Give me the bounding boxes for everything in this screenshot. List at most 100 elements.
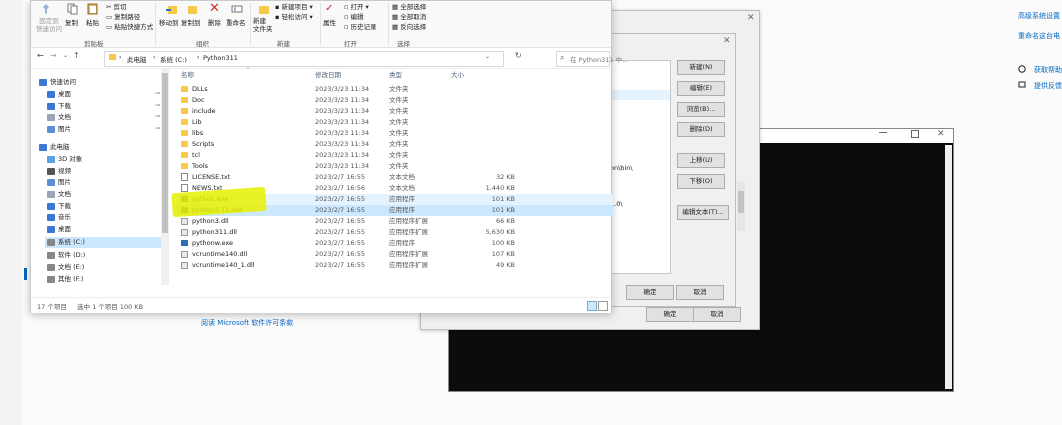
nav-item[interactable]: 其他 (F:) [47, 274, 84, 285]
license-terms-link[interactable]: 阅读 Microsoft 软件许可条款 [201, 318, 293, 328]
up-arrow-icon[interactable]: ↑ [73, 51, 80, 60]
copy-path-button[interactable]: ▭ 复制路径 [106, 11, 140, 21]
edit-text-button[interactable]: 编辑文本(T)... [677, 205, 729, 220]
nav-item[interactable]: 视频 [47, 166, 71, 177]
file-row[interactable]: libs 2023/3/23 11:34 文件夹 [173, 128, 613, 139]
nav-item[interactable]: 图片 [47, 177, 71, 188]
pin-icon[interactable]: ⊸ [155, 102, 160, 109]
path-list[interactable]: on\bin\ 1.0\ [605, 60, 671, 274]
rename-pc-link[interactable]: 重命名这台电 [1018, 31, 1060, 41]
nav-item[interactable]: 桌面 [47, 224, 71, 235]
console-scrollbar[interactable] [945, 145, 952, 389]
file-row[interactable]: vcruntime140.dll 2023/2/7 16:55 应用程序扩展 107 … [173, 249, 613, 260]
search-input[interactable]: 在 Python311 中... [570, 54, 628, 64]
delete-button[interactable]: 删除 [208, 17, 221, 27]
navigation-scrollbar[interactable] [161, 69, 169, 285]
path-list-selected-row[interactable] [606, 90, 670, 100]
rename-button[interactable]: 重命名 [226, 17, 246, 27]
edit-button[interactable]: ▫ 编辑 [344, 11, 363, 21]
nav-item[interactable]: 文档 [47, 112, 71, 123]
close-icon[interactable]: ✕ [747, 13, 755, 23]
select-all-button[interactable]: ▦ 全部选择 [392, 1, 426, 11]
nav-item[interactable]: 此电脑 [39, 142, 70, 153]
pin-quick-access-button[interactable]: 固定到 快速访问 [35, 17, 63, 33]
file-row[interactable]: LICENSE.txt 2023/2/7 16:55 文本文档 32 KB [173, 172, 613, 183]
nav-item[interactable]: 下载 [47, 201, 71, 212]
large-icons-view-icon[interactable] [598, 301, 608, 311]
nav-item[interactable]: 文档 [47, 189, 71, 200]
close-icon[interactable]: ✕ [723, 36, 731, 46]
column-header-date[interactable]: 修改日期 [315, 70, 341, 81]
pin-icon[interactable]: ⊸ [155, 113, 160, 120]
browse-button[interactable]: 浏览(B)... [677, 102, 725, 117]
forward-arrow-icon[interactable]: → [50, 51, 57, 60]
column-header-name[interactable]: 名称 [181, 70, 194, 81]
recent-dropdown-icon[interactable]: ⌄ [63, 52, 68, 59]
new-button[interactable]: 新建(N) [677, 60, 725, 75]
cancel-button[interactable]: 取消 [693, 307, 741, 322]
file-row[interactable]: include 2023/3/23 11:34 文件夹 [173, 106, 613, 117]
file-row[interactable]: DLLs 2023/3/23 11:34 文件夹 [173, 84, 613, 95]
nav-item[interactable]: 3D 对象 [47, 154, 82, 165]
copy-to-button[interactable]: 复制到 [181, 17, 201, 27]
advanced-system-settings-link[interactable]: 高级系统设置 [1018, 11, 1060, 21]
address-dropdown-icon[interactable]: ⌄ [485, 53, 490, 60]
scrollbar[interactable] [737, 181, 745, 231]
scrollbar-thumb[interactable] [738, 191, 744, 213]
paste-button[interactable]: 粘贴 [86, 17, 99, 27]
easy-access-button[interactable]: ▪ 轻松访问 ▾ [275, 11, 313, 21]
path-entry[interactable]: on\bin\ [610, 164, 633, 172]
ok-button[interactable]: 确定 [646, 307, 694, 322]
file-row[interactable]: Lib 2023/3/23 11:34 文件夹 [173, 117, 613, 128]
file-row[interactable]: python311.dll 2023/2/7 16:55 应用程序扩展 5,630 K… [173, 227, 613, 238]
file-row[interactable]: Scripts 2023/3/23 11:34 文件夹 [173, 139, 613, 150]
move-up-button[interactable]: 上移(U) [677, 153, 725, 168]
file-explorer-window[interactable]: 固定到 快速访问 复制 粘贴 ✂ 剪切 ▭ 复制路径 ▭ 粘贴快捷方式 剪贴板 … [30, 0, 628, 313]
pin-icon[interactable]: ⊸ [155, 90, 160, 97]
breadcrumb-this-pc[interactable]: 此电脑 [127, 54, 147, 64]
feedback-link[interactable]: 提供反馈 [1034, 81, 1062, 91]
delete-button[interactable]: 删除(D) [677, 122, 725, 137]
close-icon[interactable]: ✕ [937, 129, 945, 139]
nav-item[interactable]: 快速访问 [39, 77, 76, 88]
address-box[interactable]: › 此电脑 › 系统 (C:) › Python311 ⌄ [104, 51, 504, 67]
scrollbar-thumb[interactable] [162, 73, 168, 233]
breadcrumb-drive-c[interactable]: 系统 (C:) [160, 54, 187, 64]
new-item-button[interactable]: ▪ 新建项目 ▾ [275, 1, 313, 11]
nav-item[interactable]: 文档 (E:) [47, 262, 84, 273]
nav-item[interactable]: 桌面 [47, 89, 71, 100]
cut-button[interactable]: ✂ 剪切 [106, 1, 127, 11]
properties-button[interactable]: 属性 [323, 17, 336, 27]
nav-item[interactable]: 软件 (D:) [47, 250, 85, 261]
edit-button[interactable]: 编辑(E) [677, 81, 725, 96]
nav-item[interactable]: 图片 [47, 124, 71, 135]
open-button[interactable]: ▫ 打开 ▾ [344, 1, 369, 11]
ok-button[interactable]: 确定 [626, 285, 674, 300]
edit-environment-variable-dialog[interactable]: ✕ on\bin\ 1.0\ 新建(N) 编辑(E) 浏览(B)... 删除(D… [600, 33, 736, 307]
file-row[interactable]: Doc 2023/3/23 11:34 文件夹 [173, 95, 613, 106]
breadcrumb-python311[interactable]: Python311 [203, 54, 238, 62]
move-to-button[interactable]: 移动到 [159, 17, 179, 27]
refresh-icon[interactable]: ↻ [515, 51, 522, 60]
cancel-button[interactable]: 取消 [676, 285, 724, 300]
get-help-link[interactable]: 获取帮助 [1034, 65, 1062, 75]
maximize-icon[interactable] [911, 130, 919, 138]
pin-icon[interactable]: ⊸ [155, 125, 160, 132]
paste-shortcut-button[interactable]: ▭ 粘贴快捷方式 [106, 21, 153, 31]
minimize-icon[interactable] [879, 132, 887, 133]
file-row[interactable]: vcruntime140_1.dll 2023/2/7 16:55 应用程序扩展 49… [173, 260, 613, 271]
column-header-type[interactable]: 类型 [389, 70, 402, 81]
back-arrow-icon[interactable]: ← [37, 51, 44, 60]
invert-selection-button[interactable]: ▦ 反向选择 [392, 21, 426, 31]
nav-item[interactable]: 下载 [47, 101, 71, 112]
file-row[interactable]: pythonw.exe 2023/2/7 16:55 应用程序 100 KB [173, 238, 613, 249]
search-box[interactable]: ⌕ 在 Python311 中... [556, 51, 628, 67]
file-row[interactable]: python3.dll 2023/2/7 16:55 应用程序扩展 66 KB [173, 216, 613, 227]
history-button[interactable]: ▫ 历史记录 [344, 21, 376, 31]
file-row[interactable]: tcl 2023/3/23 11:34 文件夹 [173, 150, 613, 161]
copy-button[interactable]: 复制 [65, 17, 78, 27]
nav-item[interactable]: 音乐 [47, 212, 71, 223]
column-header-size[interactable]: 大小 [451, 70, 464, 81]
nav-item[interactable]: 系统 (C:) [45, 237, 163, 248]
details-view-icon[interactable] [587, 301, 597, 311]
